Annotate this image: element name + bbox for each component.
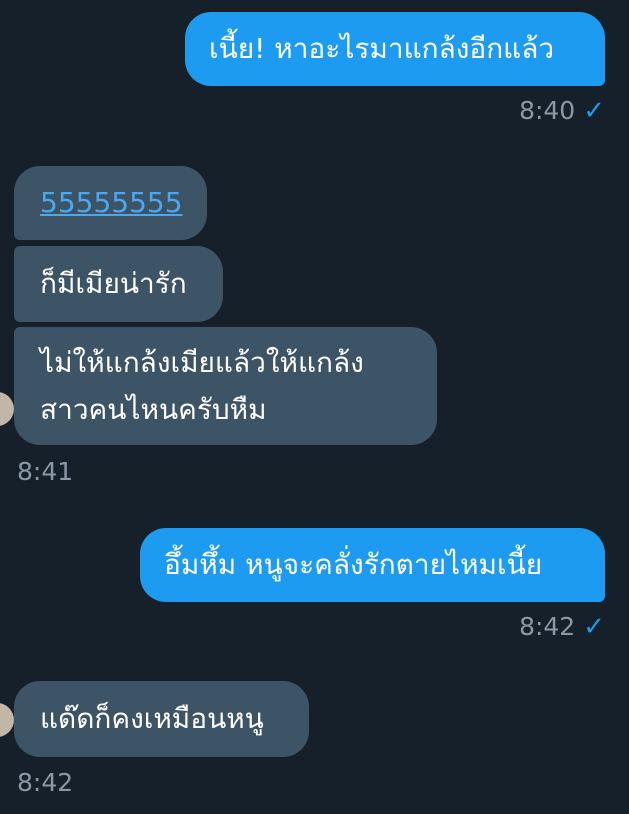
sent-check-icon: ✓ xyxy=(583,96,605,126)
time-text: 8:40 xyxy=(519,96,576,125)
message-text-line-2: สาวคนไหนครับหืม xyxy=(40,393,267,426)
avatar[interactable] xyxy=(0,703,14,737)
message-text: อึ้มหึ้ม หนูจะคลั่งรักตายไหมเนี้ย xyxy=(164,548,543,581)
sent-check-icon: ✓ xyxy=(583,612,605,642)
sent-message-2[interactable]: อึ้มหึ้ม หนูจะคลั่งรักตายไหมเนี้ย xyxy=(140,528,605,602)
message-timestamp: 8:42 ✓ xyxy=(519,612,605,642)
time-text: 8:42 xyxy=(519,612,576,641)
received-message-link[interactable]: 55555555 xyxy=(14,166,207,240)
message-text: แด๊ดก็คงเหมือนหนู xyxy=(40,702,264,735)
sent-message-1[interactable]: เนี้ย! หาอะไรมาแกล้งอีกแล้ว xyxy=(185,12,605,86)
avatar[interactable] xyxy=(0,392,14,426)
message-timestamp: 8:42 xyxy=(17,768,73,798)
received-message-2[interactable]: ก็มีเมียน่ารัก xyxy=(14,246,223,322)
message-link[interactable]: 55555555 xyxy=(40,186,183,219)
message-text: ก็มีเมียน่ารัก xyxy=(40,267,187,300)
message-text: เนี้ย! หาอะไรมาแกล้งอีกแล้ว xyxy=(209,32,555,65)
message-timestamp: 8:40 ✓ xyxy=(519,96,605,126)
received-message-3[interactable]: ไม่ให้แกล้งเมียแล้วให้แกล้ง สาวคนไหนครับ… xyxy=(14,327,437,445)
time-text: 8:42 xyxy=(17,768,74,797)
time-text: 8:41 xyxy=(17,457,74,486)
message-text-line-1: ไม่ให้แกล้งเมียแล้วให้แกล้ง xyxy=(40,346,364,379)
message-timestamp: 8:41 xyxy=(17,457,73,487)
received-message-4[interactable]: แด๊ดก็คงเหมือนหนู xyxy=(14,681,309,757)
